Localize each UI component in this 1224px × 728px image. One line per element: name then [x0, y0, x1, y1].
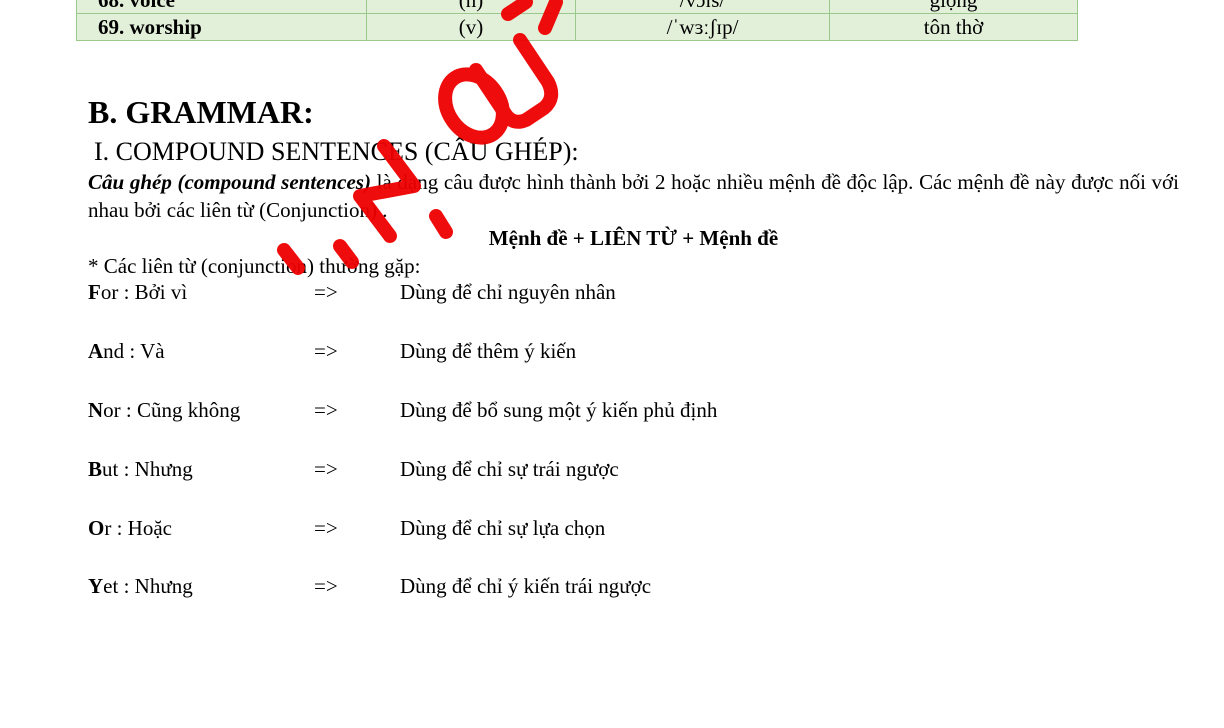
definition-paragraph: Câu ghép (compound sentences) là dạng câ… [88, 168, 1179, 224]
conjunction-initial: B [88, 457, 103, 481]
conjunction-initial: F [88, 280, 101, 304]
conjunction-description: Dùng để chỉ sự trái ngược [400, 457, 619, 481]
vocab-word: 68. voice [76, 0, 367, 14]
arrow-symbol: => [314, 574, 338, 598]
vocab-pos: (v) [366, 13, 576, 41]
vocab-meaning: tôn thờ [829, 13, 1078, 41]
conjunction-term: Or : Hoặc [88, 514, 172, 542]
conjunction-rest: ut : Nhưng [102, 457, 193, 481]
conjunction-rest: et : Nhưng [103, 574, 193, 598]
formula: Mệnh đề + LIÊN TỪ + Mệnh đề [488, 226, 779, 250]
table-row: 68. voice (n) /vɔɪs/ giọng [76, 0, 1078, 14]
conjunction-term: Yet : Nhưng [88, 572, 193, 600]
conjunction-rest: or : Bởi vì [100, 280, 188, 304]
arrow-symbol: => [314, 516, 338, 540]
conjunction-initial: N [88, 398, 104, 422]
conjunction-rest: r : Hoặc [104, 516, 172, 540]
vocab-ipa: /vɔɪs/ [575, 0, 830, 14]
conjunction-row-for: For : Bởi vì => Dùng để chỉ nguyên nhân [88, 278, 988, 306]
conjunction-row-but: But : Nhưng => Dùng để chỉ sự trái ngược [88, 455, 988, 483]
conjunction-rest: or : Cũng không [103, 398, 241, 422]
definition-lead: Câu ghép (compound sentences) [88, 170, 371, 194]
conjunction-term: For : Bởi vì [88, 278, 187, 306]
vocab-pos: (n) [366, 0, 576, 14]
conjunction-term: Nor : Cũng không [88, 396, 240, 424]
arrow-symbol: => [314, 339, 338, 363]
conjunction-description: Dùng để chỉ nguyên nhân [400, 280, 616, 304]
conjunction-initial: O [88, 516, 105, 540]
arrow-symbol: => [314, 398, 338, 422]
vocabulary-table: 68. voice (n) /vɔɪs/ giọng 69. worship (… [76, 0, 1078, 41]
conjunction-term: But : Nhưng [88, 455, 193, 483]
table-row: 69. worship (v) /ˈwɜːʃɪp/ tôn thờ [76, 13, 1078, 41]
arrow-symbol: => [314, 457, 338, 481]
conjunction-description: Dùng để thêm ý kiến [400, 339, 577, 363]
arrow-symbol: => [314, 280, 338, 304]
conjunction-term: And : Và [88, 337, 165, 365]
conjunction-description: Dùng để bổ sung một ý kiến phủ định [400, 398, 718, 422]
vocab-ipa: /ˈwɜːʃɪp/ [575, 13, 830, 41]
conjunction-row-nor: Nor : Cũng không => Dùng để bổ sung một … [88, 396, 988, 424]
conjunction-description: Dùng để chỉ ý kiến trái ngược [400, 574, 652, 598]
conjunction-description: Dùng để chỉ sự lựa chọn [400, 516, 606, 540]
conjunction-initial: Y [88, 574, 104, 598]
vocab-word: 69. worship [76, 13, 367, 41]
conjunction-rest: nd : Và [103, 339, 165, 363]
conjunction-row-yet: Yet : Nhưng => Dùng để chỉ ý kiến trái n… [88, 572, 988, 600]
conjunction-note: * Các liên từ (conjunction) thường gặp: [88, 254, 421, 278]
section-title: B. GRAMMAR: [88, 94, 314, 130]
conjunction-initial: A [88, 339, 104, 363]
conjunction-row-and: And : Và => Dùng để thêm ý kiến [88, 337, 988, 365]
conjunction-row-or: Or : Hoặc => Dùng để chỉ sự lựa chọn [88, 514, 988, 542]
vocab-meaning: giọng [829, 0, 1078, 14]
subsection-title: I. COMPOUND SENTENCES (CÂU GHÉP): [94, 137, 579, 166]
